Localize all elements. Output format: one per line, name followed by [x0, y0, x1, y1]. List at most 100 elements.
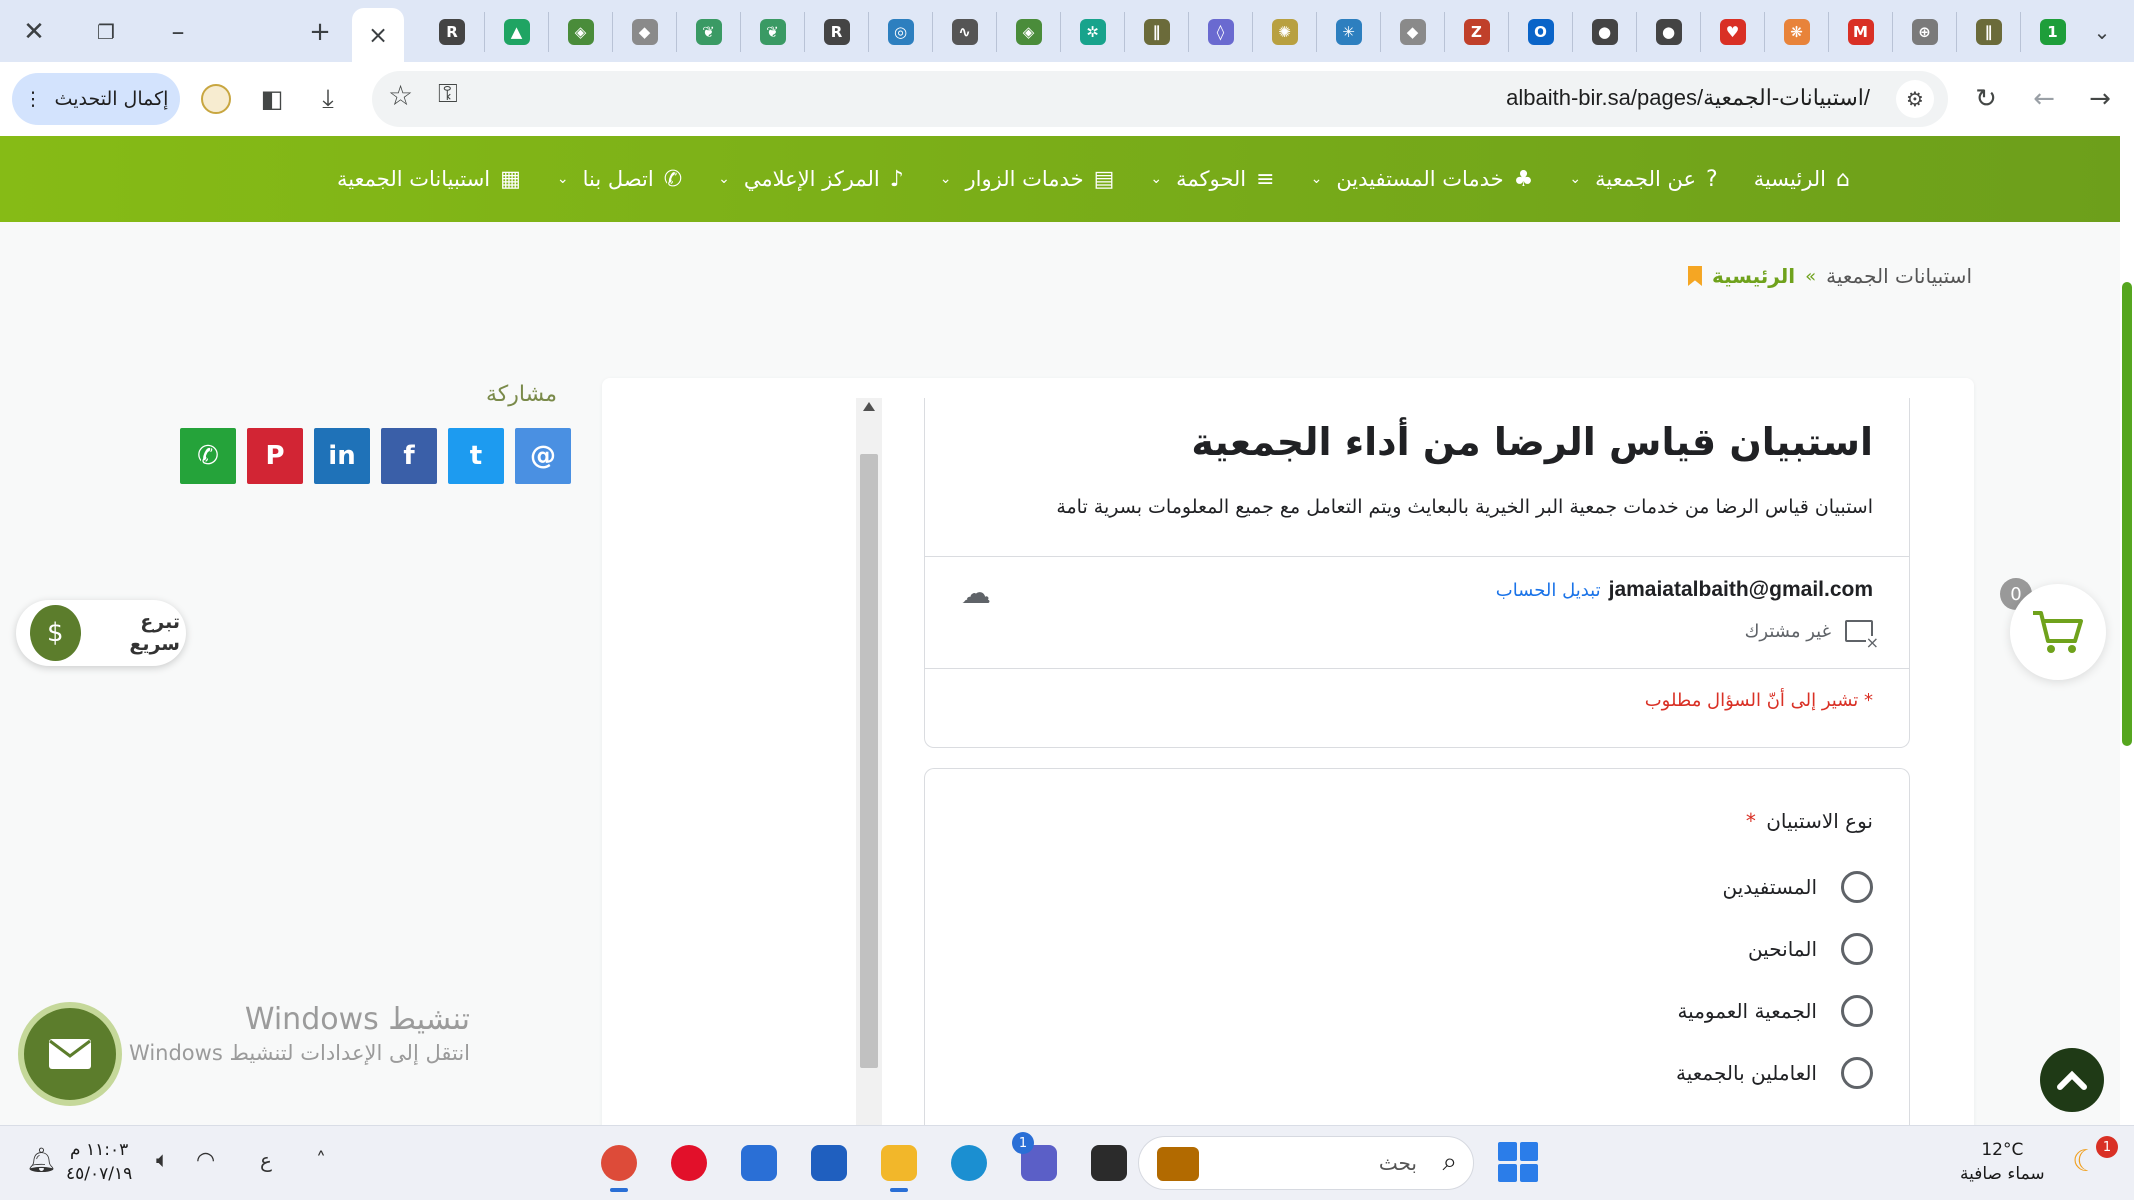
pinned-tab-app-dark2[interactable]: ●: [1636, 12, 1700, 52]
pinned-tab-app-globe[interactable]: ⊕: [1892, 12, 1956, 52]
pinned-tab-app-leaf[interactable]: ❦: [676, 12, 740, 52]
clock[interactable]: ١١:٠٣ م ٤٥/٠٧/١٩: [66, 1138, 132, 1186]
nav-item-1[interactable]: ? عن الجمعية ⌄: [1569, 167, 1717, 192]
contact-mail-button[interactable]: [18, 1002, 122, 1106]
pinned-tab-app-z[interactable]: Z: [1444, 12, 1508, 52]
taskbar-app-terminal[interactable]: [1080, 1134, 1138, 1192]
pinned-tab-app-orange[interactable]: ❋: [1764, 12, 1828, 52]
pinned-tab-drive[interactable]: ▲: [484, 12, 548, 52]
forward-icon[interactable]: →: [2080, 79, 2120, 119]
taskbar-app-opera[interactable]: [660, 1134, 718, 1192]
tab-search-chevron-icon[interactable]: ⌄: [2082, 12, 2122, 52]
complete-update-button[interactable]: إكمال التحديث ⋮: [12, 73, 180, 125]
pinned-tab-app-leaf2[interactable]: ❦: [740, 12, 804, 52]
pinned-tab-app-grey2[interactable]: ◆: [1380, 12, 1444, 52]
form-iframe-scrollbar[interactable]: [856, 398, 882, 1138]
radio-button[interactable]: [1841, 933, 1873, 965]
window-close-icon[interactable]: ✕: [14, 12, 54, 52]
pinned-tab-app-one[interactable]: 1: [2020, 12, 2084, 52]
taskbar-search[interactable]: ⌕ بحث: [1138, 1136, 1474, 1190]
pinned-tab-gmail[interactable]: M: [1828, 12, 1892, 52]
windows-start-icon[interactable]: [1498, 1142, 1538, 1182]
profile-avatar-icon[interactable]: [196, 79, 236, 119]
breadcrumb-home-link[interactable]: الرئيسية: [1712, 264, 1795, 288]
radio-button[interactable]: [1841, 995, 1873, 1027]
taskbar-apps: [590, 1134, 1138, 1192]
share-pinterest-button[interactable]: P: [247, 428, 303, 484]
chevron-down-icon: ⌄: [1310, 171, 1323, 187]
chevron-down-icon: ⌄: [1150, 171, 1163, 187]
page-scrollbar[interactable]: [2120, 136, 2134, 1125]
scroll-up-arrow-icon[interactable]: [863, 402, 875, 411]
address-bar[interactable]: ☆ ⚿ albaith-bir.sa/pages/استبيانات-الجمع…: [372, 71, 1948, 127]
pinned-tab-r-app[interactable]: R: [420, 12, 484, 52]
nav-item-7[interactable]: ▦ استبيانات الجمعية: [337, 167, 521, 192]
share-email-button[interactable]: @: [515, 428, 571, 484]
pinned-tab-r-app2[interactable]: R: [804, 12, 868, 52]
share-facebook-button[interactable]: f: [381, 428, 437, 484]
input-language[interactable]: ع: [260, 1148, 272, 1172]
edge-icon: [951, 1145, 987, 1181]
pinned-tab-app-circle[interactable]: ◎: [868, 12, 932, 52]
radio-button[interactable]: [1841, 1057, 1873, 1089]
pinned-tab-app-drop[interactable]: ◊: [1188, 12, 1252, 52]
nav-item-5[interactable]: ♪ المركز الإعلامي ⌄: [718, 167, 904, 192]
new-tab-icon[interactable]: +: [300, 12, 340, 52]
back-icon[interactable]: ←: [2024, 79, 2064, 119]
scroll-to-top-button[interactable]: [2040, 1048, 2104, 1112]
bookmark-star-icon[interactable]: ☆: [388, 79, 413, 112]
share-twitter-button[interactable]: t: [448, 428, 504, 484]
close-icon[interactable]: ×: [368, 21, 388, 49]
pinned-tab-app-green[interactable]: ◈: [548, 12, 612, 52]
pinned-tab-app-green2[interactable]: ◈: [996, 12, 1060, 52]
taskbar-app-file-explorer[interactable]: [870, 1134, 928, 1192]
active-tab-close-button[interactable]: ×: [352, 8, 404, 62]
volume-icon[interactable]: 🔈︎: [156, 1148, 169, 1173]
pinned-tab-outlook[interactable]: O: [1508, 12, 1572, 52]
radio-option[interactable]: المانحين: [1676, 933, 1873, 965]
divider: [925, 668, 1909, 669]
nav-item-6[interactable]: ✆ اتصل بنا ⌄: [557, 167, 682, 192]
site-settings-icon[interactable]: ⚙: [1896, 80, 1934, 118]
side-panel-icon[interactable]: ◧: [252, 79, 292, 119]
radio-option[interactable]: المستفيدين: [1676, 871, 1873, 903]
share-linkedin-button[interactable]: in: [314, 428, 370, 484]
reload-icon[interactable]: ↻: [1966, 79, 2006, 119]
page-scrollbar-thumb[interactable]: [2122, 282, 2132, 746]
notification-bell-icon[interactable]: 🔔︎: [26, 1146, 56, 1174]
switch-account-link[interactable]: تبديل الحساب: [1496, 580, 1601, 601]
nav-item-0[interactable]: ⌂ الرئيسية: [1754, 167, 1850, 192]
nav-item-4[interactable]: ▤ خدمات الزوار ⌄: [940, 167, 1115, 192]
pinned-tab-app-star[interactable]: ✳: [1316, 12, 1380, 52]
downloads-icon[interactable]: ⤓: [308, 79, 348, 119]
pinned-tab-app-sign[interactable]: ∿: [932, 12, 996, 52]
taskbar-app-mail[interactable]: [730, 1134, 788, 1192]
radio-button[interactable]: [1841, 871, 1873, 903]
radio-option[interactable]: الجمعية العمومية: [1676, 995, 1873, 1027]
pinned-tab-app-stripes[interactable]: ∥: [1124, 12, 1188, 52]
window-minimize-icon[interactable]: –: [158, 12, 198, 52]
password-key-icon[interactable]: ⚿: [438, 79, 458, 110]
quick-donate-button[interactable]: $ تبرع سريع: [16, 600, 186, 666]
chevron-up-tray-icon[interactable]: ˄: [316, 1148, 326, 1172]
pinned-tab-app-dark[interactable]: ●: [1572, 12, 1636, 52]
question-title: نوع الاستبيان *: [1746, 809, 1873, 833]
pinned-tab-app-seal[interactable]: ✺: [1252, 12, 1316, 52]
window-restore-icon[interactable]: ❐: [86, 12, 126, 52]
pinned-tab-app-heart[interactable]: ♥: [1700, 12, 1764, 52]
pinned-tab-app-grey[interactable]: ◆: [612, 12, 676, 52]
nav-item-3[interactable]: ≡ الحوكمة ⌄: [1150, 167, 1274, 192]
url-text[interactable]: albaith-bir.sa/pages/استبيانات-الجمعية/: [1506, 85, 1870, 111]
taskbar-app-chrome[interactable]: [590, 1134, 648, 1192]
taskbar-app-edge[interactable]: [940, 1134, 998, 1192]
radio-option[interactable]: العاملين بالجمعية: [1676, 1057, 1873, 1089]
nav-item-2[interactable]: ♣ خدمات المستفيدين ⌄: [1311, 167, 1534, 192]
share-whatsapp-button[interactable]: ✆: [180, 428, 236, 484]
cart-button[interactable]: [2010, 584, 2106, 680]
weather-widget[interactable]: 12°C سماء صافية: [1960, 1138, 2045, 1186]
pinned-tab-app-teal[interactable]: ✲: [1060, 12, 1124, 52]
taskbar-app-store[interactable]: [800, 1134, 858, 1192]
pinned-tab-app-stripes2[interactable]: ∥: [1956, 12, 2020, 52]
wifi-icon[interactable]: ◠: [196, 1148, 215, 1173]
scrollbar-thumb[interactable]: [860, 454, 878, 1068]
